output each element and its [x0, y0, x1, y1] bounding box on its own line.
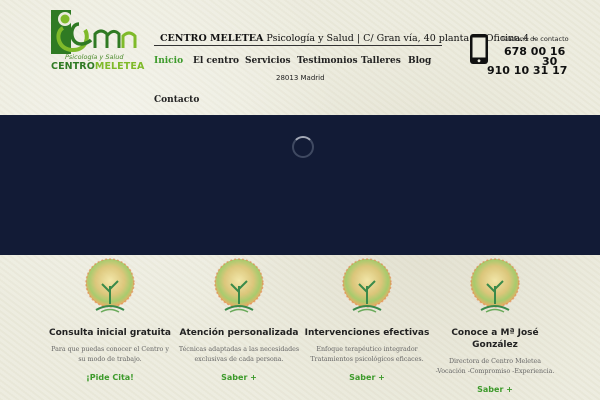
site-logo[interactable]: Psicología y Salud CENTROMELETEA — [51, 10, 144, 72]
tree-icon — [85, 258, 135, 313]
nav-item-contacto[interactable]: Contacto — [154, 95, 199, 105]
tree-icon — [214, 258, 264, 313]
feature-atencion: Atención personalizada Técnicas adaptada… — [175, 258, 303, 384]
logo-mark-icon — [51, 10, 137, 54]
nav-item-inicio[interactable]: Inicio — [154, 56, 183, 66]
feature-title: Conoce a Mª José González — [451, 328, 539, 350]
feature-description: Enfoque terapéutico integrador Tratamient… — [310, 346, 424, 363]
header-divider — [154, 45, 442, 46]
nav-item-talleres[interactable]: Talleres — [361, 56, 401, 66]
phone-number-2[interactable]: 910 10 31 17 — [487, 64, 567, 77]
nav-item-blog[interactable]: Blog — [408, 56, 431, 66]
feature-conoce: Conoce a Mª José González Directora de Ce… — [431, 258, 559, 396]
phone-caption: Teléfono de contacto — [501, 35, 569, 43]
saber-mas-link[interactable]: Saber + — [477, 385, 513, 394]
feature-title: Atención personalizada — [179, 328, 299, 338]
feature-description: Para que puedas conocer el Centro y su mo… — [51, 346, 169, 363]
smartphone-icon — [470, 34, 488, 64]
header-address-line2: 28013 Madrid — [276, 74, 325, 82]
feature-description: Directora de Centro Meletea -Vocación -Co… — [435, 358, 555, 375]
nav-item-servicios[interactable]: Servicios — [245, 56, 291, 66]
nav-item-el-centro[interactable]: El centro — [193, 56, 239, 66]
logo-tagline: Psicología y Salud — [65, 53, 124, 61]
tree-icon — [342, 258, 392, 313]
feature-consulta: Consulta inicial gratuita Para que pueda… — [46, 258, 174, 384]
feature-title: Consulta inicial gratuita — [49, 328, 171, 338]
feature-description: Técnicas adaptadas a las necesidades excl… — [178, 346, 300, 363]
feature-title: Intervenciones efectivas — [304, 328, 430, 338]
nav-item-testimonios[interactable]: Testimonios — [297, 56, 358, 66]
pide-cita-link[interactable]: ¡Pide Cita! — [86, 373, 134, 382]
tree-icon — [470, 258, 520, 313]
logo-name: CENTROMELETEA — [51, 61, 145, 72]
saber-mas-link[interactable]: Saber + — [221, 373, 257, 382]
saber-mas-link[interactable]: Saber + — [349, 373, 385, 382]
spinner-icon — [292, 136, 314, 158]
feature-intervenciones: Intervenciones efectivas Enfoque terapéu… — [303, 258, 431, 384]
